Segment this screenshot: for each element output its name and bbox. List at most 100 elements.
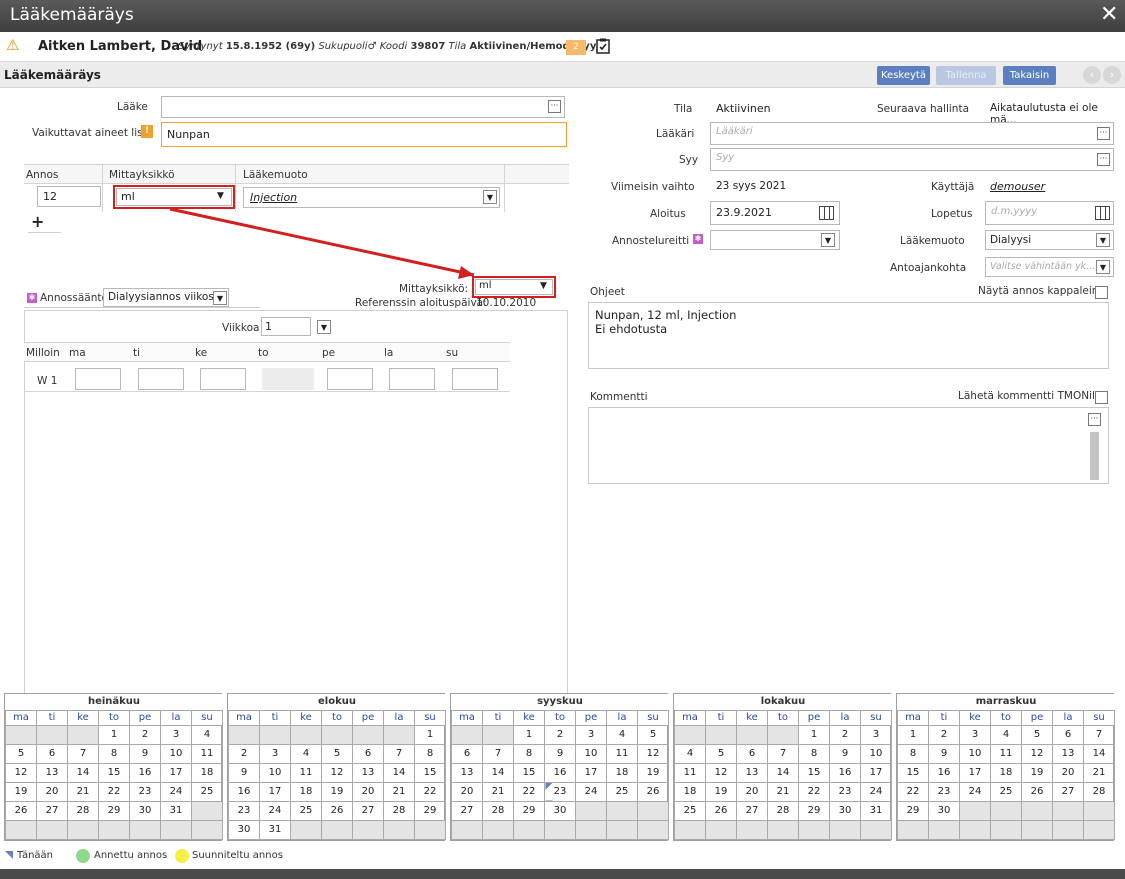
calendar-day[interactable]: 4: [290, 743, 322, 764]
calendar-day[interactable]: 4: [990, 724, 1022, 745]
calendar-icon[interactable]: [1095, 206, 1110, 220]
calendar-day[interactable]: 22: [897, 781, 929, 802]
calendar-day[interactable]: 11: [191, 743, 223, 764]
calendar-day[interactable]: 13: [736, 762, 768, 783]
calendar-day[interactable]: 26: [705, 800, 737, 821]
calendar-day[interactable]: 24: [860, 781, 892, 802]
calendar-day[interactable]: 16: [829, 762, 861, 783]
calendar-day[interactable]: 7: [482, 743, 514, 764]
calendar-day[interactable]: 18: [290, 781, 322, 802]
calendar-day[interactable]: 19: [1021, 762, 1053, 783]
sched-cell-pe[interactable]: [327, 368, 373, 390]
sched-cell-la[interactable]: [389, 368, 435, 390]
calendar-day[interactable]: 5: [5, 743, 37, 764]
calendar-day[interactable]: 20: [1052, 762, 1084, 783]
calendar-day[interactable]: 17: [959, 762, 991, 783]
calendar-day[interactable]: 20: [736, 781, 768, 802]
more-icon[interactable]: ···: [1097, 153, 1110, 166]
calendar-day[interactable]: 24: [959, 781, 991, 802]
calendar-day[interactable]: 14: [67, 762, 99, 783]
sched-cell-ti[interactable]: [138, 368, 184, 390]
calendar-day[interactable]: 4: [674, 743, 706, 764]
calendar-day[interactable]: 11: [290, 762, 322, 783]
calendar-day[interactable]: 12: [1021, 743, 1053, 764]
calendar-day[interactable]: 11: [674, 762, 706, 783]
calendar-day[interactable]: 29: [98, 800, 130, 821]
calendar-day[interactable]: 29: [513, 800, 545, 821]
calendar-day[interactable]: 22: [414, 781, 446, 802]
dropdown-icon[interactable]: ▼: [540, 281, 547, 291]
calendar-day[interactable]: 1: [513, 724, 545, 745]
calendar-day[interactable]: 5: [637, 724, 669, 745]
calendar-icon[interactable]: [819, 206, 834, 220]
calendar-day[interactable]: 15: [513, 762, 545, 783]
calendar-day[interactable]: 10: [259, 762, 291, 783]
calendar-day[interactable]: 16: [228, 781, 260, 802]
calendar-day[interactable]: 15: [798, 762, 830, 783]
calendar-day[interactable]: 2: [829, 724, 861, 745]
calendar-day[interactable]: 19: [5, 781, 37, 802]
calendar-day[interactable]: 5: [705, 743, 737, 764]
calendar-day[interactable]: 19: [637, 762, 669, 783]
calendar-day[interactable]: 21: [67, 781, 99, 802]
calendar-day[interactable]: 24: [259, 800, 291, 821]
instructions-box[interactable]: Nunpan, 12 ml, Injection Ei ehdotusta: [588, 302, 1109, 369]
calendar-day[interactable]: 26: [1021, 781, 1053, 802]
calendar-day[interactable]: 1: [897, 724, 929, 745]
calendar-day[interactable]: 12: [5, 762, 37, 783]
calendar-day[interactable]: 6: [352, 743, 384, 764]
calendar-day[interactable]: 25: [191, 781, 223, 802]
calendar-day[interactable]: 27: [736, 800, 768, 821]
calendar-day[interactable]: 30: [928, 800, 960, 821]
calendar-day[interactable]: 2: [544, 724, 576, 745]
calendar-day[interactable]: 19: [705, 781, 737, 802]
calendar-day[interactable]: 11: [990, 743, 1022, 764]
calendar-day[interactable]: 5: [321, 743, 353, 764]
calendar-day[interactable]: 28: [383, 800, 415, 821]
calendar-day[interactable]: 23: [544, 781, 576, 802]
sched-cell-su[interactable]: [452, 368, 498, 390]
calendar-day[interactable]: 6: [451, 743, 483, 764]
calendar-day[interactable]: 1: [414, 724, 446, 745]
calendar-day[interactable]: 9: [129, 743, 161, 764]
calendar-day[interactable]: 31: [259, 819, 291, 840]
calendar-day[interactable]: 12: [637, 743, 669, 764]
rule-select[interactable]: Dialyysiannos viikossa: [103, 288, 229, 307]
calendar-day[interactable]: 30: [544, 800, 576, 821]
dropdown-icon[interactable]: ▼: [213, 291, 227, 305]
calendar-day[interactable]: 1: [798, 724, 830, 745]
reason-input[interactable]: Syy: [710, 148, 1114, 171]
calendar-day[interactable]: 8: [98, 743, 130, 764]
week-input[interactable]: 1: [261, 317, 311, 336]
calendar-day[interactable]: 28: [767, 800, 799, 821]
calendar-day[interactable]: 15: [897, 762, 929, 783]
calendar-day[interactable]: 24: [160, 781, 192, 802]
calendar-day[interactable]: 27: [352, 800, 384, 821]
route-info-icon[interactable]: ✱: [693, 234, 703, 244]
calendar-day[interactable]: 3: [160, 724, 192, 745]
comment-box[interactable]: ···: [588, 407, 1109, 484]
calendar-day[interactable]: 22: [798, 781, 830, 802]
calendar-day[interactable]: 10: [160, 743, 192, 764]
calendar-day[interactable]: 8: [897, 743, 929, 764]
sched-cell-ma[interactable]: [75, 368, 121, 390]
calendar-day[interactable]: 27: [451, 800, 483, 821]
calendar-day[interactable]: 23: [829, 781, 861, 802]
doctor-input[interactable]: Lääkäri: [710, 122, 1114, 145]
calendar-day[interactable]: 27: [1052, 781, 1084, 802]
calendar-day[interactable]: 14: [1083, 743, 1115, 764]
calendar-day[interactable]: 26: [321, 800, 353, 821]
calendar-day[interactable]: 22: [513, 781, 545, 802]
dropdown-icon[interactable]: ▼: [1096, 233, 1110, 247]
show-units-checkbox[interactable]: [1095, 286, 1108, 299]
calendar-day[interactable]: 8: [513, 743, 545, 764]
calendar-day[interactable]: 16: [129, 762, 161, 783]
dropdown-icon[interactable]: ▼: [821, 233, 835, 247]
more-icon[interactable]: ···: [1097, 127, 1110, 140]
calendar-day[interactable]: 11: [606, 743, 638, 764]
calendar-day[interactable]: 14: [383, 762, 415, 783]
calendar-day[interactable]: 29: [798, 800, 830, 821]
calendar-day[interactable]: 13: [451, 762, 483, 783]
calendar-day[interactable]: 24: [575, 781, 607, 802]
calendar-day[interactable]: 2: [928, 724, 960, 745]
